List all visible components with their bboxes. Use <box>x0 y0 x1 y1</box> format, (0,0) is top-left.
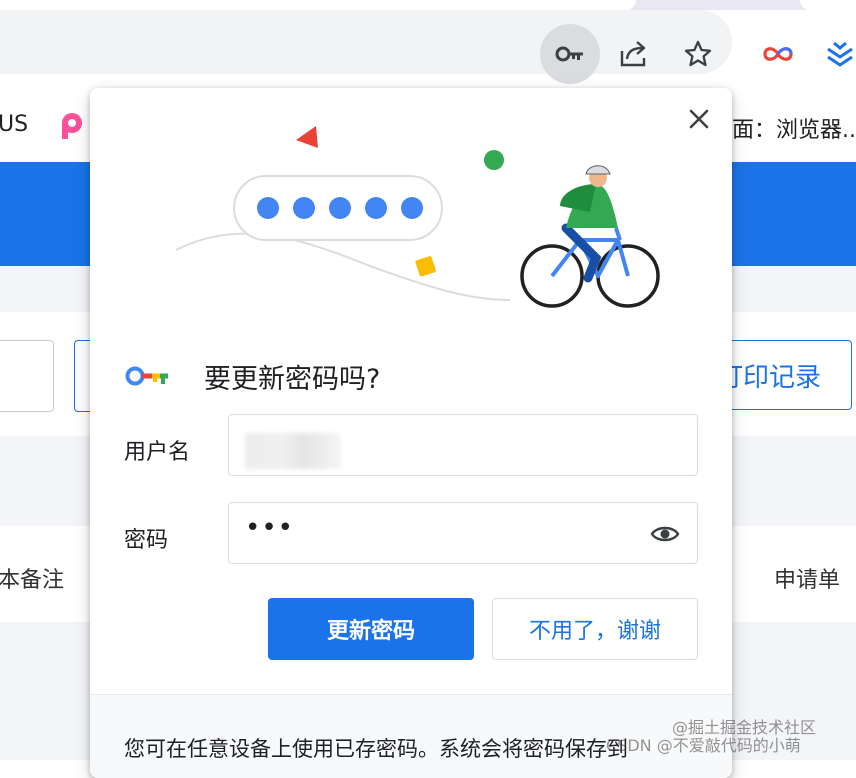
key-icon <box>555 46 583 62</box>
star-icon <box>684 40 712 67</box>
show-password-button[interactable] <box>649 519 681 549</box>
watermark-line-2: CSDN @不爱敲代码的小萌 <box>606 736 801 755</box>
illustration-cyclist <box>520 165 660 308</box>
update-password-button[interactable]: 更新密码 <box>268 598 474 660</box>
username-field[interactable] <box>228 414 698 476</box>
dialog-title: 要更新密码吗? <box>204 363 381 395</box>
password-label: 密码 <box>124 528 169 553</box>
illustration-dot-3 <box>329 197 351 219</box>
illustration-dot-2 <box>293 197 315 219</box>
share-icon <box>620 41 646 67</box>
illustration-dot-5 <box>401 197 423 219</box>
password-key-button[interactable] <box>540 24 600 84</box>
password-illustration <box>175 126 660 308</box>
bookmark-favicon <box>62 113 82 139</box>
table-column-notes: 本备注 <box>0 568 65 593</box>
bookmark-star-button[interactable] <box>668 24 728 84</box>
layers-extension-icon <box>827 41 853 67</box>
illustration-red-triangle <box>296 126 318 148</box>
username-blurred-value <box>245 433 341 469</box>
illustration-dot-4 <box>365 197 387 219</box>
share-button[interactable] <box>604 24 664 84</box>
active-tab-edge <box>0 0 636 10</box>
illustration-dot-1 <box>257 197 279 219</box>
no-thanks-button[interactable]: 不用了，谢谢 <box>492 598 698 660</box>
tab-edge-right <box>800 0 856 10</box>
page-search-input[interactable] <box>0 340 54 412</box>
bookmark-item-left[interactable]: US <box>0 112 28 137</box>
table-column-application: 申请单 <box>774 568 841 593</box>
illustration-green-circle <box>484 150 504 170</box>
bookmark-item-right[interactable]: 面：浏览器... <box>732 112 856 144</box>
eye-icon <box>650 526 680 542</box>
extension-button-infinity[interactable] <box>748 24 808 84</box>
illustration-swoosh <box>175 232 511 301</box>
password-masked-value: ••• <box>245 513 295 543</box>
infinity-extension-icon <box>763 47 793 61</box>
google-key-icon <box>125 366 168 386</box>
dialog-title-row: 要更新密码吗? <box>124 356 380 396</box>
close-icon <box>689 109 709 129</box>
password-field[interactable]: ••• <box>228 502 698 564</box>
username-label: 用户名 <box>124 440 191 465</box>
footer-sync-text: 您可在任意设备上使用已存密码。系统会将密码保存到 <box>124 737 628 761</box>
illustration-yellow-square <box>415 256 436 277</box>
close-button[interactable] <box>682 102 716 136</box>
update-password-dialog: 要更新密码吗? 用户名 密码 ••• 更新密码 不用了，谢谢 您可在任意设备上使… <box>90 88 732 778</box>
